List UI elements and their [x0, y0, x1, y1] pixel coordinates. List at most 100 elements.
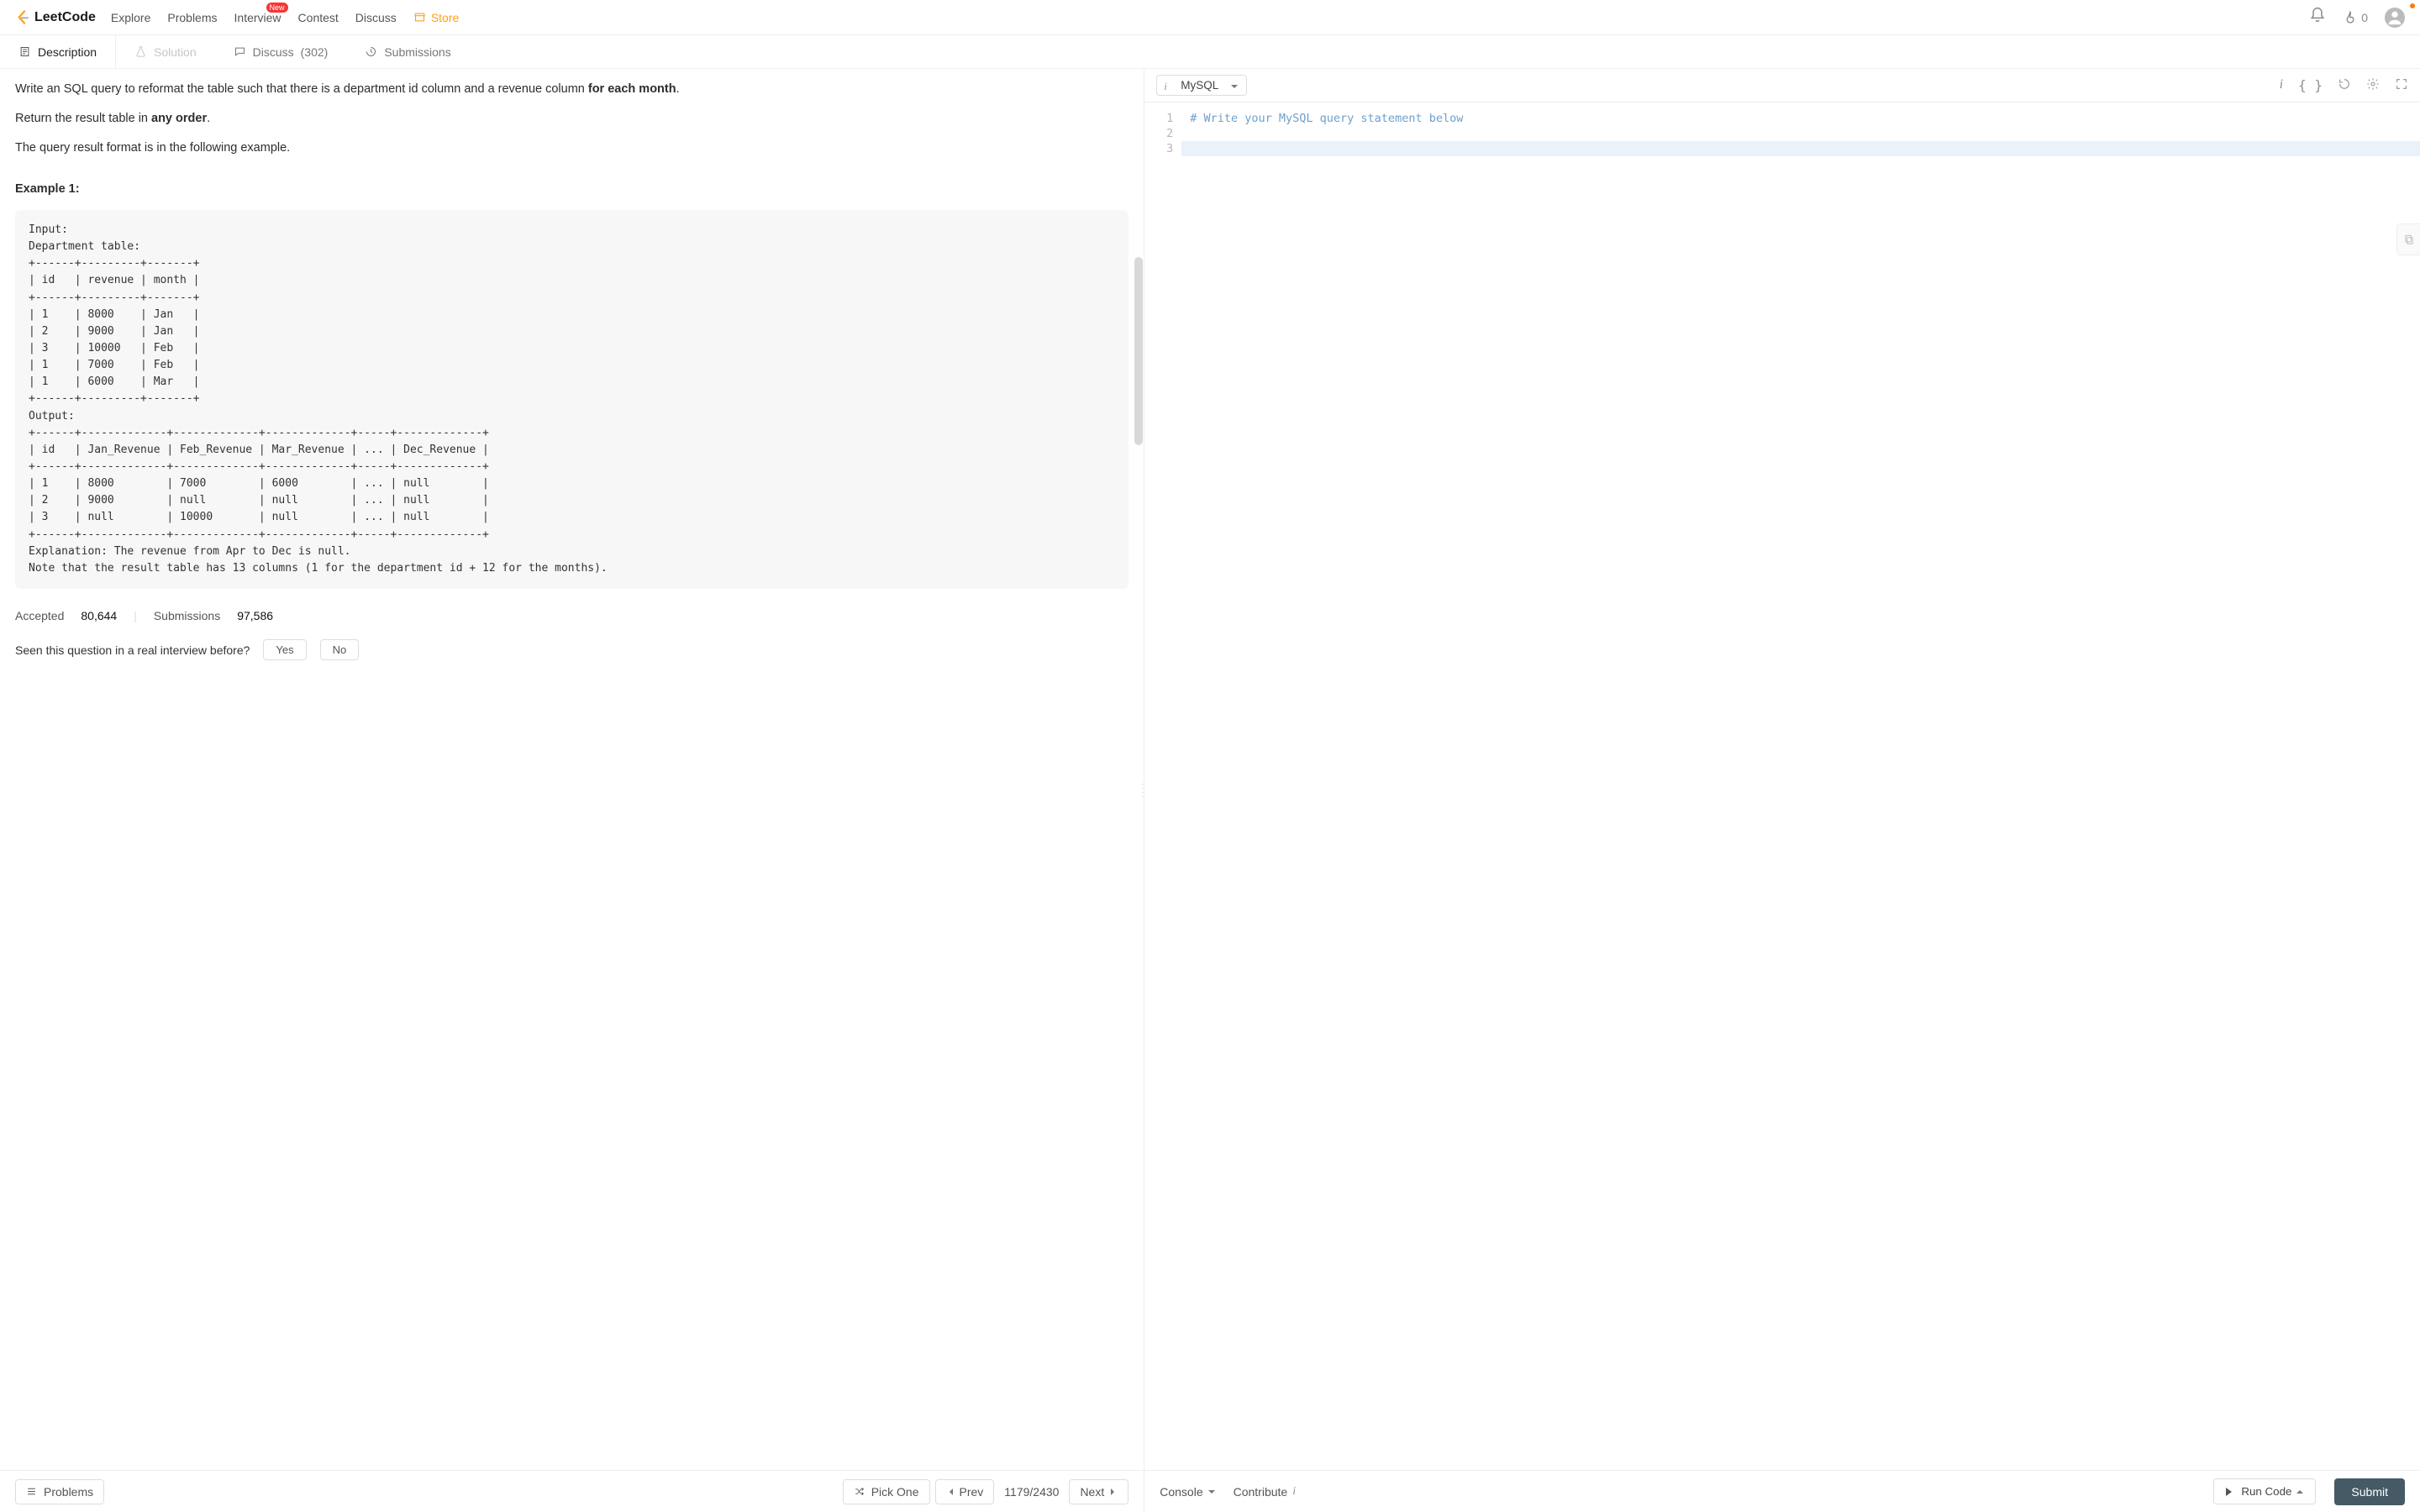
bell-icon[interactable]	[2309, 7, 2326, 28]
problems-label: Problems	[44, 1485, 93, 1499]
settings-icon[interactable]	[2366, 77, 2380, 94]
contribute-button[interactable]: Contribute i	[1234, 1485, 1296, 1499]
run-code-button[interactable]: Run Code	[2213, 1478, 2316, 1504]
pick-one-label: Pick One	[871, 1485, 919, 1499]
code-editor[interactable]: 1 2 3 # Write your MySQL query statement…	[1144, 102, 2420, 1470]
fire-icon	[2343, 10, 2358, 25]
fullscreen-icon[interactable]	[2395, 77, 2408, 94]
nav-store-label: Store	[431, 11, 459, 24]
nav-store[interactable]: Store	[413, 11, 459, 24]
left-pane: Write an SQL query to reformat the table…	[0, 69, 1144, 1512]
gutter: 1 2 3	[1144, 102, 1181, 1470]
nav-interview-label: Interview	[234, 11, 281, 24]
gutter-line: 2	[1144, 126, 1173, 141]
gutter-line: 3	[1144, 141, 1173, 156]
scrollbar-thumb[interactable]	[1134, 257, 1143, 445]
leetcode-logo-icon	[15, 9, 31, 25]
chevron-up-icon	[2296, 1487, 2303, 1494]
code-line-3	[1190, 141, 2420, 156]
list-icon	[26, 1486, 37, 1497]
new-badge: New	[266, 3, 288, 13]
stats-separator: |	[134, 607, 137, 624]
history-icon	[365, 45, 377, 58]
language-select[interactable]: i MySQL	[1156, 75, 1247, 96]
problems-button[interactable]: Problems	[15, 1479, 104, 1504]
p1-text-a: Write an SQL query to reformat the table…	[15, 82, 588, 96]
chevron-down-icon	[1208, 1490, 1215, 1497]
nav-discuss[interactable]: Discuss	[355, 11, 397, 24]
seen-no-button[interactable]: No	[320, 639, 360, 660]
next-button[interactable]: Next	[1069, 1479, 1128, 1504]
right-footer: Console Contribute i Run Code Submit	[1144, 1470, 2420, 1512]
nav-interview[interactable]: Interview New	[234, 11, 281, 24]
code-line-2	[1190, 126, 2420, 141]
nav-contest[interactable]: Contest	[298, 11, 339, 24]
paragraph-2: Return the result table in any order.	[15, 110, 1128, 128]
tab-submissions-label: Submissions	[384, 45, 450, 59]
console-toggle[interactable]: Console	[1160, 1485, 1214, 1499]
streak-count: 0	[2361, 11, 2368, 24]
submissions-label: Submissions	[154, 607, 220, 624]
console-label: Console	[1160, 1485, 1202, 1499]
logo-text: LeetCode	[34, 10, 96, 25]
p2-text-b: .	[207, 112, 210, 125]
tab-discuss[interactable]: Discuss (302)	[215, 35, 347, 68]
tab-solution[interactable]: Solution	[116, 35, 215, 68]
tab-discuss-count: (302)	[301, 45, 329, 59]
paragraph-1: Write an SQL query to reformat the table…	[15, 81, 1128, 98]
code-area[interactable]: # Write your MySQL query statement below	[1181, 102, 2420, 1470]
chat-icon	[234, 45, 246, 58]
nav-links: Explore Problems Interview New Contest D…	[111, 11, 459, 24]
example-heading: Example 1:	[15, 181, 1128, 198]
left-footer: Problems Pick One Prev 1179/2430 Next	[0, 1470, 1144, 1512]
brackets-icon[interactable]: { }	[2298, 77, 2323, 94]
run-code-label: Run Code	[2241, 1485, 2291, 1498]
page-counter: 1179/2430	[999, 1485, 1064, 1499]
nav-problems[interactable]: Problems	[167, 11, 217, 24]
chevron-right-icon	[1111, 1488, 1118, 1495]
submissions-value: 97,586	[237, 607, 273, 624]
user-icon	[2386, 8, 2404, 27]
play-icon	[2226, 1488, 2236, 1496]
editorconfig-info-icon[interactable]: i	[2280, 77, 2283, 94]
gutter-line: 1	[1144, 111, 1173, 126]
right-pane: ········ i MySQL i { } 1 2 3 # Wri	[1144, 69, 2420, 1512]
description-icon	[18, 45, 31, 58]
editor-icons: i { }	[2280, 77, 2408, 94]
top-nav: LeetCode Explore Problems Interview New …	[0, 0, 2420, 35]
tab-description[interactable]: Description	[0, 35, 116, 68]
avatar[interactable]	[2385, 8, 2405, 28]
p2-text-a: Return the result table in	[15, 112, 151, 125]
prev-label: Prev	[960, 1485, 984, 1499]
reset-icon[interactable]	[2338, 77, 2351, 94]
problem-tabs: Description Solution Discuss (302) Submi…	[0, 35, 2420, 69]
submit-button[interactable]: Submit	[2334, 1478, 2405, 1505]
p2-bold: any order	[151, 112, 207, 125]
example-block: Input: Department table: +------+-------…	[15, 210, 1128, 589]
copy-code-button[interactable]	[2396, 223, 2420, 255]
chevron-left-icon	[946, 1488, 953, 1495]
accepted-label: Accepted	[15, 607, 64, 624]
streak[interactable]: 0	[2343, 10, 2368, 25]
info-icon: i	[1164, 80, 1167, 93]
main-split: Write an SQL query to reformat the table…	[0, 69, 2420, 1512]
flask-icon	[134, 45, 147, 58]
interview-seen-row: Seen this question in a real interview b…	[15, 639, 1128, 660]
logo[interactable]: LeetCode	[15, 9, 96, 25]
notification-dot	[2410, 3, 2415, 8]
p1-text-b: .	[676, 82, 680, 96]
paragraph-3: The query result format is in the follow…	[15, 139, 1128, 157]
prev-button[interactable]: Prev	[935, 1479, 995, 1504]
seen-yes-button[interactable]: Yes	[263, 639, 306, 660]
nav-explore[interactable]: Explore	[111, 11, 150, 24]
problem-body[interactable]: Write an SQL query to reformat the table…	[0, 69, 1144, 1470]
code-line-1: # Write your MySQL query statement below	[1190, 111, 2420, 126]
next-label: Next	[1080, 1485, 1104, 1499]
language-label: MySQL	[1181, 79, 1218, 92]
store-icon	[413, 11, 426, 24]
tab-submissions[interactable]: Submissions	[346, 35, 469, 68]
accepted-value: 80,644	[81, 607, 117, 624]
pick-one-button[interactable]: Pick One	[843, 1479, 930, 1504]
nav-right: 0	[2309, 7, 2405, 28]
tab-solution-label: Solution	[154, 45, 197, 59]
